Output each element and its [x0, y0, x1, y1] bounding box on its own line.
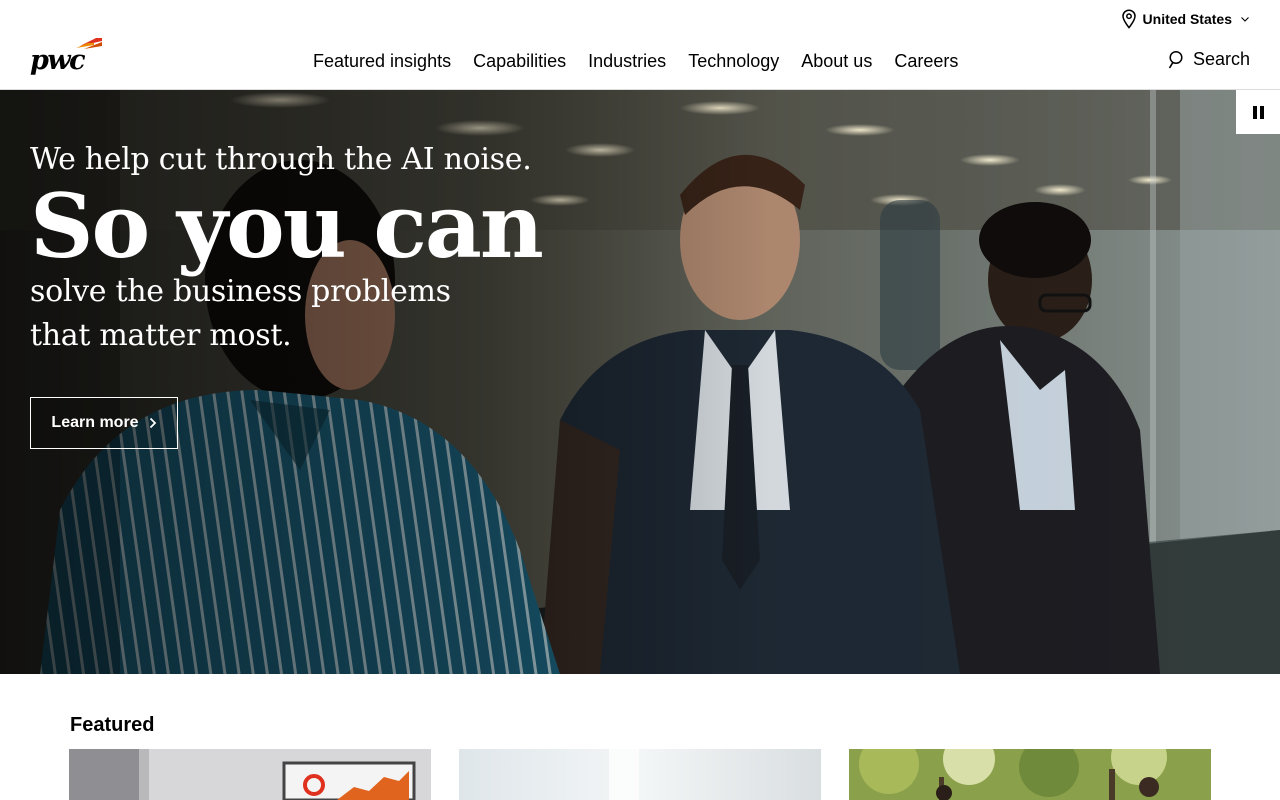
featured-card-image — [459, 749, 821, 800]
hero-description: solve the business problems that matter … — [30, 274, 451, 353]
pause-video-button[interactable] — [1236, 90, 1280, 134]
nav-industries[interactable]: Industries — [577, 50, 677, 72]
learn-more-label: Learn more — [51, 414, 139, 431]
pause-icon-bar — [1259, 105, 1264, 119]
location-pin-icon — [1121, 9, 1136, 29]
hero-title: So you can — [30, 174, 544, 278]
main-nav: Featured insights Capabilities Industrie… — [302, 50, 969, 72]
featured-card-3[interactable] — [849, 749, 1211, 800]
site-header: United States pwc Featured insights Capa… — [0, 0, 1280, 90]
learn-more-button[interactable]: Learn more — [30, 397, 178, 449]
locale-selector[interactable]: United States — [1121, 8, 1250, 30]
hero-headline: We help cut through the AI noise. So you… — [30, 140, 544, 358]
pwc-logo[interactable]: pwc — [30, 38, 104, 76]
hero-banner: We help cut through the AI noise. So you… — [0, 90, 1280, 674]
featured-card-image — [849, 749, 1211, 800]
featured-card-image — [69, 749, 431, 800]
chevron-right-icon — [149, 417, 156, 429]
nav-featured-insights[interactable]: Featured insights — [302, 50, 462, 72]
locale-label: United States — [1142, 11, 1232, 27]
nav-technology[interactable]: Technology — [677, 50, 790, 72]
pause-icon — [1252, 105, 1257, 119]
nav-capabilities[interactable]: Capabilities — [462, 50, 577, 72]
chevron-down-icon — [1241, 17, 1249, 22]
search-button[interactable]: Search — [1168, 49, 1250, 70]
search-label: Search — [1192, 49, 1250, 69]
featured-heading: Featured — [70, 714, 155, 736]
svg-text:pwc: pwc — [30, 45, 85, 76]
nav-about-us[interactable]: About us — [790, 50, 883, 72]
search-icon — [1168, 50, 1183, 68]
featured-card-1[interactable] — [69, 749, 431, 800]
featured-card-2[interactable] — [459, 749, 821, 800]
nav-careers[interactable]: Careers — [883, 50, 969, 72]
